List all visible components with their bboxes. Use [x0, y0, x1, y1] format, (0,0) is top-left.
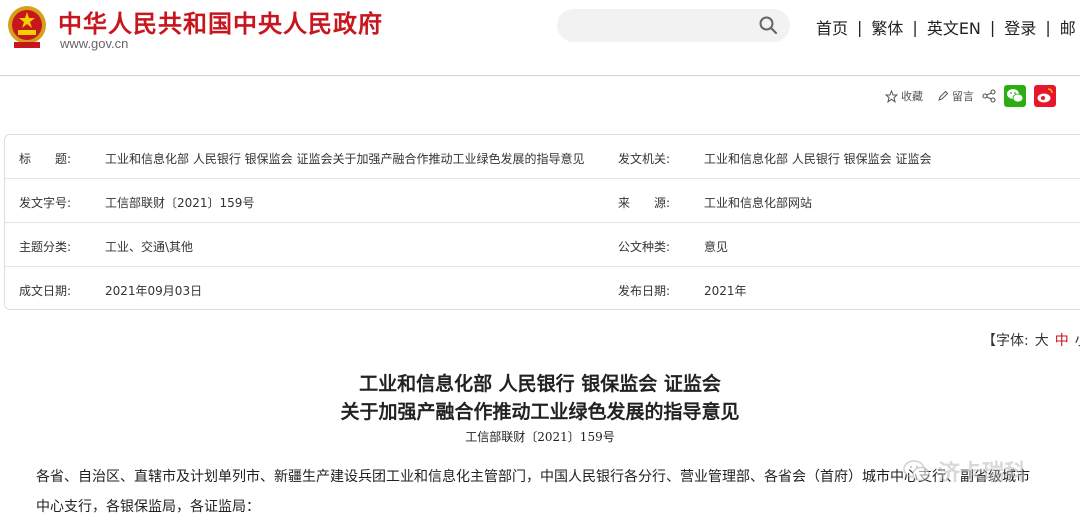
nav-mail[interactable]: 邮 [1052, 15, 1080, 39]
comment-label: 留言 [952, 90, 974, 103]
wechat-watermark-icon [903, 460, 930, 482]
info-label: 发布日期: [618, 284, 671, 298]
nav-separator: | [857, 17, 863, 37]
favorite-button[interactable]: 收藏 [885, 88, 923, 104]
font-size-prefix: 【字体: [982, 333, 1029, 349]
font-size-small-button[interactable]: 小 [1075, 333, 1080, 349]
site-title[interactable]: 中华人民共和国中央人民政府 [58, 4, 383, 39]
article-paragraph-line2: 中心支行，各银保监局，各证监局： [36, 499, 260, 515]
article-paragraph-line1: 各省、自治区、直辖市及计划单列市、新疆生产建设兵团工业和信息化主管部门，中国人民… [36, 469, 1030, 485]
article-title-line2: 关于加强产融合作推动工业绿色发展的指导意见 [340, 401, 740, 423]
weibo-icon[interactable] [1034, 85, 1056, 107]
font-size-bar: 【字体: 大中小 [982, 330, 1080, 350]
info-value: 工业和信息化部网站 [704, 196, 813, 210]
info-value: 工信部联财〔2021〕159号 [105, 196, 255, 210]
article-title-line1: 工业和信息化部 人民银行 银保监会 证监会 [359, 373, 721, 395]
nav-english[interactable]: 英文EN [919, 15, 989, 39]
info-label: 发文字号: [19, 196, 72, 210]
info-value: 工业、交通\其他 [105, 240, 194, 254]
nav-login[interactable]: 登录 [996, 15, 1044, 39]
comment-button[interactable]: 留言 [937, 88, 974, 104]
info-label: 公文种类: [618, 240, 671, 254]
national-emblem-icon[interactable] [6, 4, 48, 50]
info-value: 工业和信息化部 人民银行 银保监会 证监会关于加强产融合作推动工业绿色发展的指导… [105, 152, 585, 166]
search-input[interactable] [557, 9, 790, 42]
info-value: 2021年09月03日 [105, 284, 203, 298]
info-label: 标 题: [19, 152, 72, 166]
info-label: 主题分类: [19, 240, 72, 254]
info-label: 来 源: [618, 196, 671, 210]
search-icon[interactable] [758, 15, 778, 35]
star-icon [885, 89, 898, 103]
site-header: 中华人民共和国中央人民政府 www.gov.cn 首页 | 繁体 | 英文EN … [0, 0, 1080, 76]
nav-separator: | [989, 17, 996, 37]
info-value: 工业和信息化部 人民银行 银保监会 证监会 [704, 152, 932, 166]
info-value: 2021年 [704, 284, 747, 298]
pencil-icon [938, 90, 949, 101]
document-number: 工信部联财〔2021〕159号 [465, 430, 615, 444]
watermark: 济卡瑞科 [902, 455, 1026, 487]
favorite-label: 收藏 [901, 90, 923, 103]
nav-separator: | [912, 17, 918, 37]
nav-traditional[interactable]: 繁体 [863, 15, 911, 39]
share-icon[interactable] [982, 89, 996, 103]
info-row: 成文日期: 2021年09月03日 发布日期: 2021年 [5, 267, 1080, 311]
top-nav: 首页 | 繁体 | 英文EN | 登录 | 邮 [808, 15, 1080, 39]
wechat-icon[interactable] [1004, 85, 1026, 107]
nav-separator: | [1045, 17, 1051, 37]
info-label: 成文日期: [19, 284, 72, 298]
info-row: 主题分类: 工业、交通\其他 公文种类: 意见 [5, 223, 1080, 267]
info-row: 标 题: 工业和信息化部 人民银行 银保监会 证监会关于加强产融合作推动工业绿色… [5, 135, 1080, 179]
document-info-table: 标 题: 工业和信息化部 人民银行 银保监会 证监会关于加强产融合作推动工业绿色… [4, 134, 1080, 310]
watermark-text: 济卡瑞科 [938, 461, 1027, 486]
share-bar: 收藏 留言 [871, 85, 1056, 107]
site-url: www.gov.cn [60, 36, 129, 51]
info-value: 意见 [704, 240, 729, 254]
font-size-medium-button[interactable]: 中 [1055, 333, 1069, 349]
nav-home[interactable]: 首页 [808, 15, 856, 39]
font-size-large-button[interactable]: 大 [1035, 333, 1049, 349]
info-row: 发文字号: 工信部联财〔2021〕159号 来 源: 工业和信息化部网站 [5, 179, 1080, 223]
info-label: 发文机关: [618, 152, 671, 166]
